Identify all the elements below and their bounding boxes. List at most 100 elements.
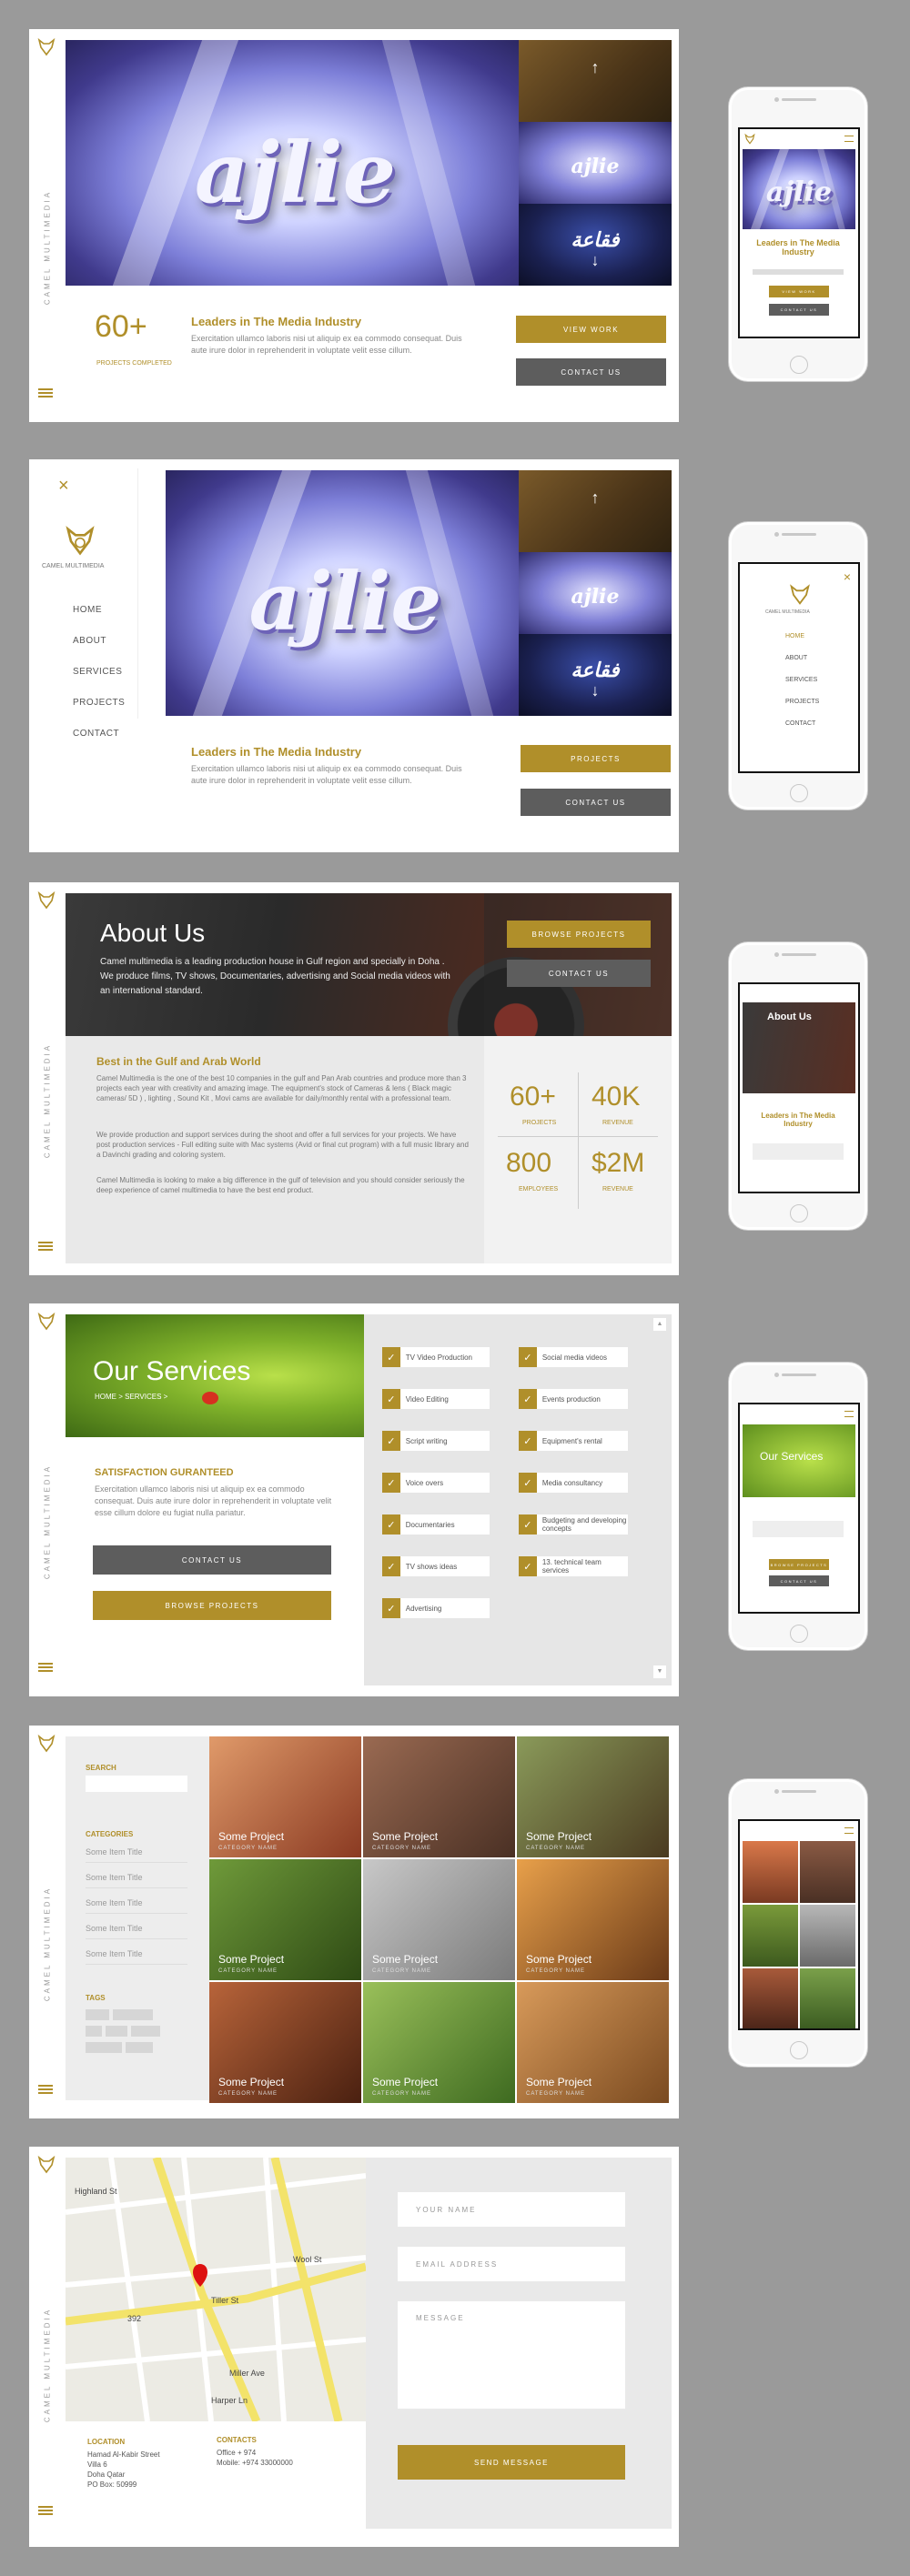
tag-chip[interactable] (126, 2042, 153, 2053)
mobile-menu-projects[interactable]: PROJECTS (785, 699, 819, 705)
phone-home-button[interactable] (790, 1625, 808, 1643)
slide-thumb-3[interactable]: فقاعة ↓ (519, 204, 672, 286)
contact-us-button[interactable]: CONTACT US (516, 358, 666, 386)
project-tile[interactable]: Some Project CATEGORY NAME (209, 1982, 361, 2103)
send-message-button[interactable]: SEND MESSAGE (398, 2445, 625, 2480)
service-item[interactable]: ✓ TV Video Production (382, 1347, 490, 1367)
mobile-browse-button[interactable]: BROWSE PROJECTS (769, 1559, 829, 1570)
tag-chip[interactable] (106, 2026, 127, 2037)
message-textarea[interactable]: MESSAGE (398, 2301, 625, 2409)
slide-thumb-3[interactable]: فقاعة ↓ (519, 634, 672, 716)
search-input[interactable] (86, 1776, 187, 1792)
browse-projects-button[interactable]: BROWSE PROJECTS (507, 921, 651, 948)
category-link[interactable]: Some Item Title (86, 1873, 187, 1888)
menu-item-projects[interactable]: PROJECTS (73, 698, 125, 708)
tag-chip[interactable] (131, 2026, 160, 2037)
phone-home-button[interactable] (790, 784, 808, 802)
service-item[interactable]: ✓ 13. technical team services (519, 1556, 628, 1576)
slide-thumb-1[interactable]: ↑ (519, 40, 672, 122)
close-icon[interactable]: × (58, 476, 69, 497)
camel-logo-icon (37, 37, 56, 56)
mobile-contact-button[interactable]: CONTACT US (769, 1575, 829, 1586)
phone-home-button[interactable] (790, 2041, 808, 2059)
hamburger-icon[interactable] (38, 1242, 53, 1251)
close-icon[interactable]: × (844, 569, 851, 584)
mobile-project-tile[interactable] (743, 1841, 798, 1903)
arrow-up-icon[interactable]: ↑ (592, 488, 600, 508)
menu-item-home[interactable]: HOME (73, 605, 102, 615)
hamburger-icon[interactable] (38, 1663, 53, 1672)
mobile-project-tile[interactable] (800, 1968, 855, 2028)
mobile-menu-about[interactable]: ABOUT (785, 655, 807, 661)
category-link[interactable]: Some Item Title (86, 1924, 187, 1939)
mobile-project-tile[interactable] (743, 1905, 798, 1967)
scroll-down-icon[interactable]: ▼ (653, 1665, 666, 1678)
service-label: TV Video Production (399, 1347, 490, 1367)
project-category: CATEGORY NAME (526, 1968, 586, 1974)
mobile-view-work-button[interactable]: VIEW WORK (769, 286, 829, 297)
hamburger-icon[interactable] (844, 1827, 854, 1834)
category-link[interactable]: Some Item Title (86, 1898, 187, 1914)
slide-thumb-1[interactable]: ↑ (519, 470, 672, 552)
service-item[interactable]: ✓ Video Editing (382, 1389, 490, 1409)
tag-chip[interactable] (113, 2009, 153, 2020)
service-item[interactable]: ✓ Voice overs (382, 1473, 490, 1493)
mobile-project-tile[interactable] (800, 1905, 855, 1967)
service-item[interactable]: ✓ Events production (519, 1389, 628, 1409)
phone-home-button[interactable] (790, 1204, 808, 1223)
hamburger-icon[interactable] (38, 388, 53, 397)
hamburger-icon[interactable] (844, 1411, 854, 1417)
contact-us-button[interactable]: CONTACT US (93, 1545, 331, 1575)
mobile-project-tile[interactable] (743, 1968, 798, 2028)
tag-chip[interactable] (86, 2026, 102, 2037)
project-tile[interactable]: Some Project CATEGORY NAME (517, 1982, 669, 2103)
project-tile[interactable]: Some Project CATEGORY NAME (363, 1736, 515, 1857)
scroll-up-icon[interactable]: ▲ (653, 1318, 666, 1331)
category-link[interactable]: Some Item Title (86, 1949, 187, 1965)
project-category: CATEGORY NAME (372, 1846, 432, 1851)
service-item[interactable]: ✓ Equipment's rental (519, 1431, 628, 1451)
mobile-menu-services[interactable]: SERVICES (785, 677, 817, 683)
mobile-contact-button[interactable]: CONTACT US (769, 304, 829, 316)
project-tile[interactable]: Some Project CATEGORY NAME (209, 1736, 361, 1857)
hamburger-icon[interactable] (844, 136, 854, 142)
email-input[interactable]: EMAIL ADDRESS (398, 2247, 625, 2281)
service-label: Social media videos (536, 1347, 628, 1367)
project-tile[interactable]: Some Project CATEGORY NAME (517, 1736, 669, 1857)
tag-chip[interactable] (86, 2042, 122, 2053)
service-item[interactable]: ✓ Documentaries (382, 1514, 490, 1535)
menu-item-contact[interactable]: CONTACT (73, 729, 119, 739)
projects-button[interactable]: PROJECTS (521, 745, 671, 772)
view-work-button[interactable]: VIEW WORK (516, 316, 666, 343)
slide-thumb-2[interactable]: ajlie (519, 552, 672, 634)
project-tile[interactable]: Some Project CATEGORY NAME (209, 1859, 361, 1980)
mobile-project-tile[interactable] (800, 1841, 855, 1903)
hamburger-icon[interactable] (38, 2085, 53, 2094)
category-link[interactable]: Some Item Title (86, 1847, 187, 1863)
location-map[interactable]: Harper Ln Tiller St Wool St Miller Ave H… (66, 2158, 366, 2421)
service-item[interactable]: ✓ TV shows ideas (382, 1556, 490, 1576)
browse-projects-button[interactable]: BROWSE PROJECTS (93, 1591, 331, 1620)
hamburger-icon[interactable] (38, 2506, 53, 2515)
contact-us-button[interactable]: CONTACT US (507, 960, 651, 987)
tag-chip[interactable] (86, 2009, 109, 2020)
project-tile[interactable]: Some Project CATEGORY NAME (363, 1859, 515, 1980)
service-item[interactable]: ✓ Advertising (382, 1598, 490, 1618)
service-item[interactable]: ✓ Media consultancy (519, 1473, 628, 1493)
service-item[interactable]: ✓ Social media videos (519, 1347, 628, 1367)
mobile-menu-home[interactable]: HOME (785, 633, 804, 639)
phone-home-button[interactable] (790, 356, 808, 374)
menu-item-about[interactable]: ABOUT (73, 636, 106, 646)
service-item[interactable]: ✓ Script writing (382, 1431, 490, 1451)
project-tile[interactable]: Some Project CATEGORY NAME (363, 1982, 515, 2103)
arrow-down-icon[interactable]: ↓ (592, 251, 600, 270)
mobile-menu-contact[interactable]: CONTACT (785, 720, 815, 727)
service-item[interactable]: ✓ Budgeting and developing concepts (519, 1514, 628, 1535)
slide-thumb-2[interactable]: ajlie (519, 122, 672, 204)
project-tile[interactable]: Some Project CATEGORY NAME (517, 1859, 669, 1980)
name-input[interactable]: YOUR NAME (398, 2192, 625, 2227)
contact-us-button[interactable]: CONTACT US (521, 789, 671, 816)
arrow-up-icon[interactable]: ↑ (592, 58, 600, 77)
arrow-down-icon[interactable]: ↓ (592, 681, 600, 700)
menu-item-services[interactable]: SERVICES (73, 667, 122, 677)
